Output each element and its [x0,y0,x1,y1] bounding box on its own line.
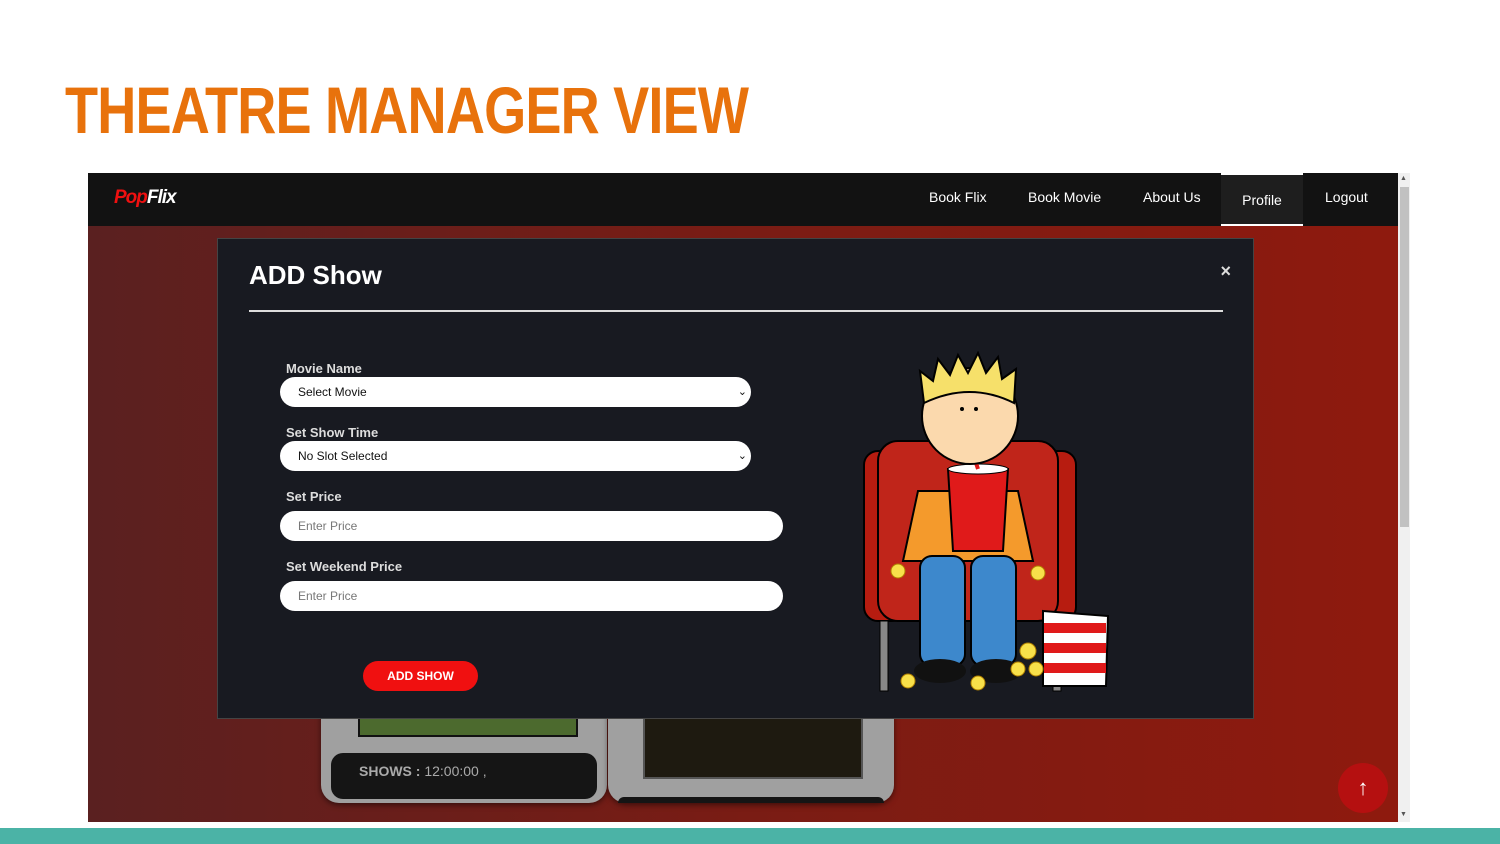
modal-title: ADD Show [249,260,382,290]
chevron-down-icon: ⌄ [737,386,747,398]
navbar: PopFlix Book Flix Book Movie About Us Pr… [88,173,1398,226]
show-time-label: Set Show Time [286,425,379,440]
add-show-button[interactable]: ADD SHOW [363,661,478,691]
chevron-down-icon: ⌄ [737,450,747,462]
close-icon[interactable]: × [1220,261,1231,282]
card-footer [618,797,884,803]
scrollbar-thumb[interactable] [1400,187,1409,527]
popcorn-kid-illustration [863,351,1110,692]
slide-footer-bar [0,828,1500,844]
show-time-select[interactable]: No Slot Selected ⌄ [280,441,751,471]
browser-viewport: SHOWS : 12:00:00 , ↑ PopFlix Book Flix B… [88,173,1410,822]
show-time-value: No Slot Selected [298,449,388,463]
scrollbar[interactable]: ▲ ▼ [1398,173,1410,822]
nav-about-us[interactable]: About Us [1143,173,1201,226]
shows-label: SHOWS : [359,763,421,779]
movie-select[interactable]: Select Movie ⌄ [280,377,751,407]
modal-divider [249,310,1223,312]
weekend-price-input[interactable]: Enter Price [280,581,783,611]
logo[interactable]: PopFlix [114,187,177,209]
price-label: Set Price [286,489,342,504]
slide-title: THEATRE MANAGER VIEW [65,73,749,147]
logo-part2: Flix [146,187,177,208]
shows-value: 12:00:00 , [424,763,487,779]
nav-book-flix[interactable]: Book Flix [929,173,987,226]
shows-info: SHOWS : 12:00:00 , [331,753,597,799]
price-input[interactable]: Enter Price [280,511,783,541]
weekend-price-label: Set Weekend Price [286,559,403,574]
add-show-modal: ADD Show × Movie Name Select Movie ⌄ Set … [217,238,1254,719]
nav-profile[interactable]: Profile [1221,173,1303,226]
scroll-top-button[interactable]: ↑ [1338,763,1388,813]
scroll-up-arrow-icon[interactable]: ▲ [1400,175,1407,182]
nav-logout[interactable]: Logout [1325,173,1368,226]
nav-book-movie[interactable]: Book Movie [1028,173,1101,226]
logo-part1: Pop [114,187,148,208]
scroll-down-arrow-icon[interactable]: ▼ [1400,811,1407,818]
movie-name-label: Movie Name [286,361,362,376]
movie-select-value: Select Movie [298,385,367,399]
